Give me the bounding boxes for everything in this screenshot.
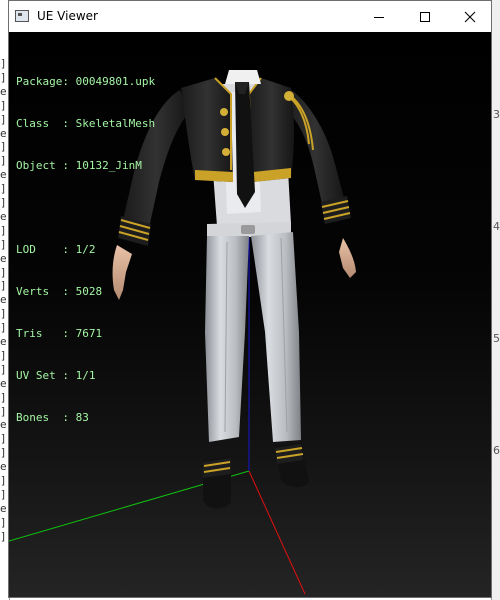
background-glyph: ]	[0, 266, 7, 278]
background-glyph: e	[0, 294, 7, 306]
background-glyph: ]	[0, 224, 7, 236]
stat-uv-set: UV Set : 1/1	[16, 369, 96, 382]
stat-tris: Tris : 7671	[16, 327, 103, 340]
background-glyph: ]	[0, 322, 7, 334]
background-glyph: ]	[0, 391, 7, 403]
background-glyph: ]	[0, 99, 7, 111]
background-glyph: ]	[0, 197, 7, 208]
background-glyph: ]	[0, 447, 7, 459]
background-glyph: ]	[0, 141, 7, 153]
info-package: Package: 00049801.upk	[16, 75, 156, 88]
background-glyph: ]	[0, 530, 7, 542]
background-glyph: e	[0, 127, 7, 139]
window-title: UE Viewer	[37, 9, 98, 23]
background-glyph: e	[0, 461, 7, 473]
background-glyph: ]	[0, 475, 7, 486]
background-glyph: e	[0, 502, 7, 514]
mesh-info-overlay: Package: 00049801.upk Class : SkeletalMe…	[16, 47, 155, 453]
background-glyph: ]	[0, 349, 7, 361]
close-icon	[464, 11, 476, 22]
title-bar[interactable]: UE Viewer	[9, 1, 491, 32]
close-button[interactable]	[447, 1, 493, 32]
background-glyph: ]	[0, 433, 7, 445]
background-glyph: e	[0, 85, 7, 97]
background-glyph: ]	[0, 405, 7, 417]
background-glyph: ]	[0, 238, 7, 250]
background-glyph: ]	[0, 488, 7, 500]
background-glyph: ]	[0, 113, 7, 125]
background-glyph: ]	[0, 155, 7, 167]
maximize-icon	[420, 11, 430, 22]
ue-viewer-window: UE Viewer Package: 00049801.upk Class: …	[8, 0, 492, 598]
background-glyph: ]	[0, 58, 7, 69]
stat-lod: LOD : 1/2	[16, 243, 96, 256]
info-class: Class : SkeletalMesh	[16, 117, 156, 130]
background-glyph: ]	[0, 308, 7, 320]
minimize-button[interactable]	[356, 1, 402, 32]
background-app-right-strip: 3 4 5 6	[491, 0, 500, 600]
background-glyph: ]	[0, 71, 7, 83]
x-axis-line	[248, 470, 306, 595]
background-line-number: 6	[493, 444, 500, 457]
stat-verts: Verts : 5028	[16, 285, 103, 298]
3d-viewport[interactable]: Package: 00049801.upk Class : SkeletalMe…	[9, 32, 491, 597]
background-line-number: 5	[493, 332, 500, 345]
background-glyph: e	[0, 336, 7, 347]
background-glyph: ]	[0, 516, 7, 528]
background-line-number: 4	[493, 220, 500, 233]
maximize-button[interactable]	[402, 1, 448, 32]
background-glyph: ]	[0, 280, 7, 292]
background-glyph: e	[0, 169, 7, 181]
background-glyph: e	[0, 419, 7, 431]
app-window-icon[interactable]	[15, 10, 29, 22]
background-glyph: e	[0, 377, 7, 389]
background-glyph: ]	[0, 183, 7, 195]
minimize-icon	[374, 16, 384, 18]
background-line-number: 3	[493, 108, 500, 121]
background-glyph: e	[0, 210, 7, 222]
info-object: Object : 10132_JinM	[16, 159, 142, 172]
background-glyph: ]	[0, 363, 7, 375]
background-glyph: e	[0, 252, 7, 264]
stat-bones: Bones : 83	[16, 411, 89, 424]
